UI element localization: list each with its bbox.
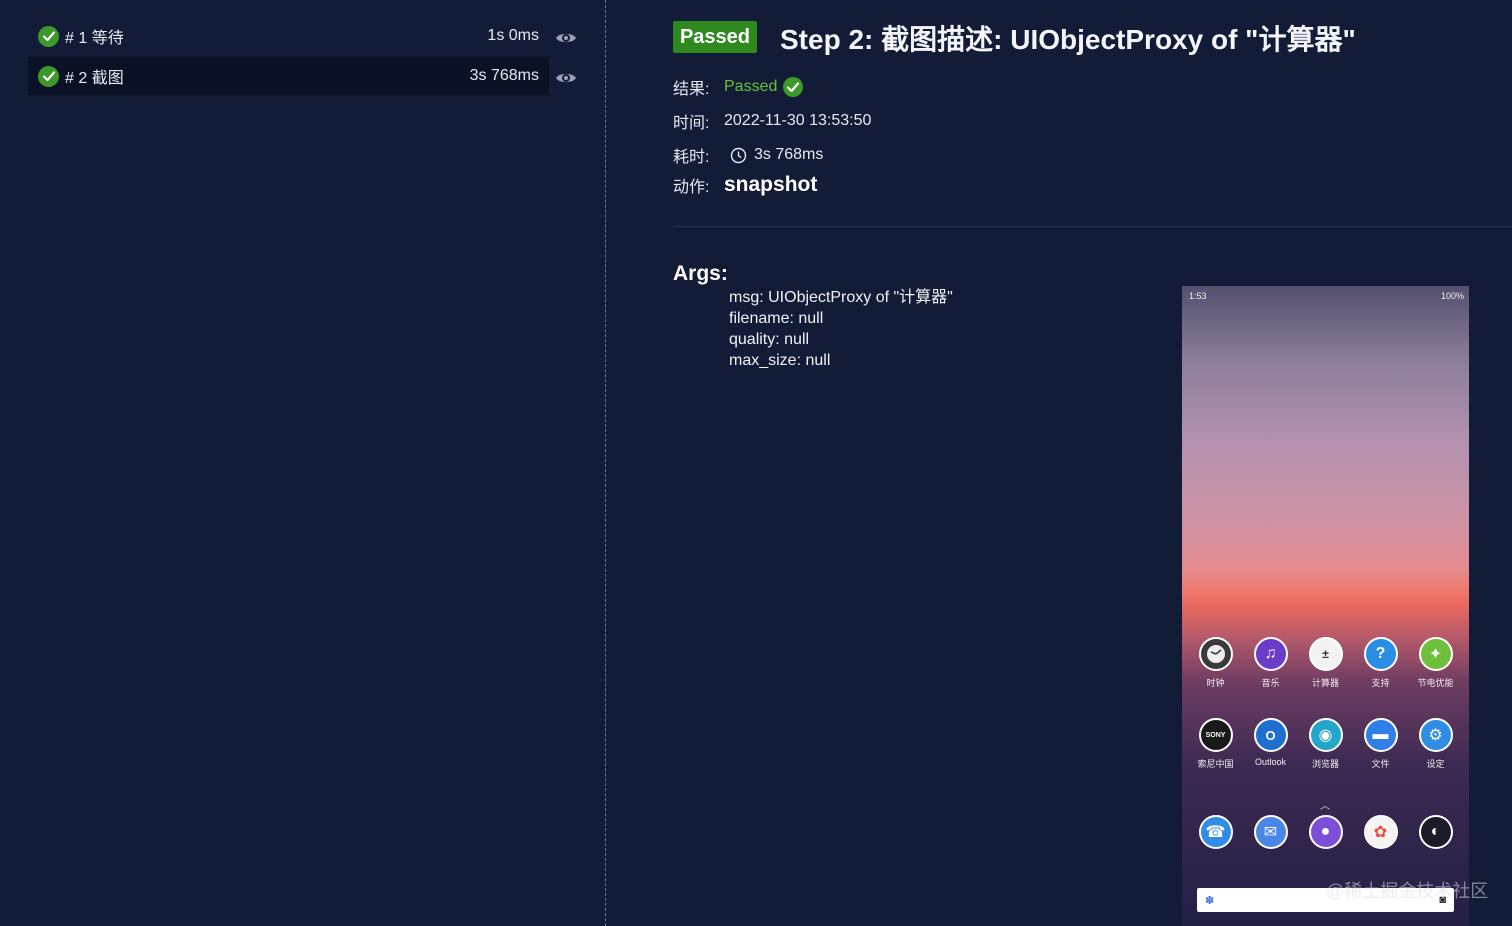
app-sony: SONY 索尼中国	[1191, 718, 1241, 770]
step-sidebar: # 1 等待 1s 0ms # 2 截图 3s 768ms	[0, 0, 605, 926]
section-divider	[673, 226, 1512, 227]
app-label: 节电优能	[1417, 678, 1454, 688]
app-label: 计算器	[1311, 678, 1339, 688]
step-duration: 3s 768ms	[469, 67, 539, 84]
step-title: Step 2: 截图描述: UIObjectProxy of "计算器"	[780, 24, 1356, 55]
step-item-2[interactable]: # 2 截图 3s 768ms	[28, 57, 549, 95]
result-value: Passed	[724, 78, 778, 95]
duration-key: 耗时:	[673, 149, 710, 166]
gear-icon: ⚙	[1418, 718, 1453, 752]
music-note-icon: ♫	[1253, 637, 1288, 671]
app-label: 浏览器	[1311, 759, 1339, 769]
app-label: 音乐	[1261, 678, 1280, 688]
result-row: 结果: Passed	[673, 75, 804, 99]
step-label: # 1 等待	[65, 30, 124, 47]
watermark: @稀土掘金技术社区	[1326, 881, 1489, 901]
result-key: 结果:	[673, 81, 710, 98]
app-clock: 时钟	[1191, 637, 1241, 689]
phone-clock: 1:53	[1189, 291, 1207, 301]
message-icon: ✉	[1253, 815, 1288, 849]
calculator-icon: ±	[1308, 637, 1343, 671]
outlook-icon: O	[1253, 718, 1288, 752]
duration-value: 3s 768ms	[754, 146, 824, 163]
search-logo-icon: ✽	[1205, 894, 1215, 907]
app-photos: ✿	[1356, 815, 1406, 849]
check-circle-icon	[783, 77, 804, 97]
arg-item: quality: null	[729, 331, 810, 348]
arg-item: max_size: null	[729, 352, 831, 369]
phone-battery: 100%	[1440, 291, 1464, 301]
phone-status-bar: 1:53 100%	[1189, 291, 1464, 301]
arg-item: filename: null	[729, 310, 824, 327]
app-power-saver: ✦ 节电优能	[1411, 637, 1461, 689]
clock-icon	[730, 147, 747, 164]
check-circle-icon	[38, 65, 59, 87]
time-row: 时间: 2022-11-30 13:53:50	[673, 109, 871, 133]
time-key: 时间:	[673, 115, 710, 132]
status-badge: Passed	[673, 21, 757, 53]
action-value: snapshot	[724, 173, 818, 196]
app-messages: ✉	[1246, 815, 1296, 849]
camera-icon: ◐	[1418, 815, 1453, 849]
screenshot-image[interactable]: 1:53 100% 时钟 ♫ 音乐 ± 计算器 ? 支持 ✦ 节电优能 SONY	[1182, 286, 1469, 926]
panel-divider	[605, 0, 606, 926]
args-list: msg: UIObjectProxy of "计算器" filename: nu…	[729, 287, 953, 371]
app-camera: ◐	[1411, 815, 1461, 849]
app-outlook: O Outlook	[1246, 718, 1296, 770]
app-contacts: ●	[1301, 815, 1351, 849]
step-label: # 2 截图	[65, 70, 124, 87]
globe-icon: ◉	[1308, 718, 1343, 752]
arg-item: msg: UIObjectProxy of "计算器"	[729, 289, 953, 306]
phone-icon: ☎	[1198, 815, 1233, 849]
eye-icon[interactable]	[555, 30, 577, 46]
time-value: 2022-11-30 13:53:50	[724, 112, 872, 129]
app-label: 索尼中国	[1197, 759, 1234, 769]
app-label: 时钟	[1206, 678, 1225, 688]
step-duration: 1s 0ms	[487, 27, 539, 44]
app-music: ♫ 音乐	[1246, 637, 1296, 689]
action-row: 动作: snapshot	[673, 173, 817, 197]
eye-icon[interactable]	[555, 70, 577, 86]
app-files: ▬ 文件	[1356, 718, 1406, 770]
person-icon: ●	[1308, 815, 1343, 849]
sony-logo-icon: SONY	[1198, 718, 1233, 752]
folder-icon: ▬	[1363, 718, 1398, 752]
chevron-up-icon: ︿	[1320, 801, 1330, 812]
duration-row: 耗时: 3s 768ms	[673, 143, 823, 167]
leaf-icon: ✦	[1418, 637, 1453, 671]
pinwheel-icon: ✿	[1363, 815, 1398, 849]
step-item-1[interactable]: # 1 等待 1s 0ms	[28, 17, 549, 55]
app-label: Outlook	[1254, 757, 1287, 767]
app-browser: ◉ 浏览器	[1301, 718, 1351, 770]
app-support: ? 支持	[1356, 637, 1406, 689]
question-icon: ?	[1363, 637, 1398, 671]
app-label: 支持	[1371, 678, 1390, 688]
app-label: 设定	[1426, 759, 1445, 769]
app-settings: ⚙ 设定	[1411, 718, 1461, 770]
app-row-2: SONY 索尼中国 O Outlook ◉ 浏览器 ▬ 文件 ⚙ 设定	[1182, 718, 1469, 770]
check-circle-icon	[38, 25, 59, 47]
dock-row: ☎ ✉ ● ✿ ◐	[1182, 815, 1469, 849]
app-row-1: 时钟 ♫ 音乐 ± 计算器 ? 支持 ✦ 节电优能	[1182, 637, 1469, 689]
app-calculator: ± 计算器	[1301, 637, 1351, 689]
args-heading: Args:	[673, 262, 728, 285]
action-key: 动作:	[673, 179, 710, 196]
clock-app-icon	[1198, 637, 1233, 671]
app-label: 文件	[1371, 759, 1390, 769]
app-phone: ☎	[1191, 815, 1241, 849]
